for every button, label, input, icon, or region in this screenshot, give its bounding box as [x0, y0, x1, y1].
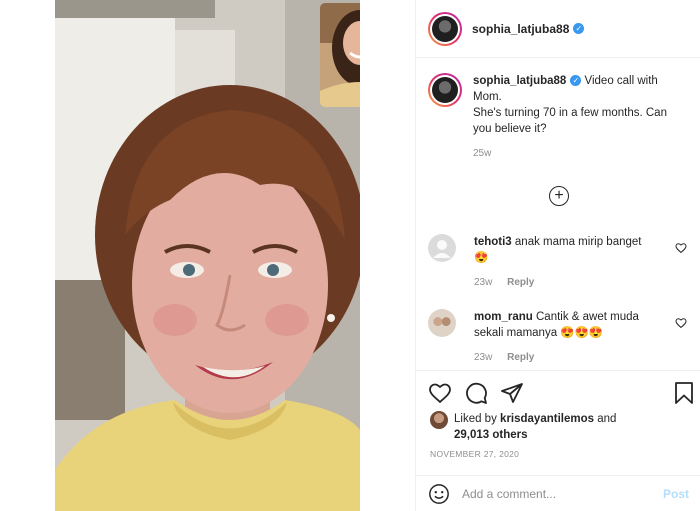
comment-emoji: 😍 — [474, 252, 489, 264]
smiley-icon[interactable] — [428, 483, 450, 505]
post-date[interactable]: NOVEMBER 27, 2020 — [430, 449, 519, 459]
likes-count[interactable]: 29,013 others — [454, 427, 616, 443]
save-bookmark-icon[interactable] — [672, 381, 696, 405]
comment-meta: 23w Reply — [474, 350, 669, 366]
comment-emoji: 😍😍😍 — [560, 327, 604, 339]
commenter-avatar[interactable] — [428, 234, 456, 262]
comment-body: tehoti3 anak mama mirip banget 😍 23w Rep… — [474, 234, 669, 291]
comment-username[interactable]: tehoti3 — [474, 236, 512, 248]
reply-button[interactable]: Reply — [507, 352, 534, 363]
caption-username[interactable]: sophia_latjuba88 — [473, 75, 566, 87]
video-call-image — [55, 0, 360, 511]
verified-badge-icon: ✓ — [573, 23, 585, 34]
caption-age[interactable]: 25w — [473, 146, 667, 162]
caption-line: Video call with — [584, 75, 658, 87]
comment-text: anak mama mirip banget — [514, 236, 642, 248]
post-comment-button[interactable]: Post — [663, 487, 689, 501]
comment-meta: 23w Reply — [474, 275, 669, 291]
comment-like-heart-icon[interactable] — [675, 317, 687, 329]
post-header: sophia_latjuba88 ✓ — [416, 0, 700, 58]
post-photo[interactable] — [55, 0, 360, 511]
comment-body: mom_ranu Cantik & awet muda sekali maman… — [474, 309, 669, 366]
media-area — [0, 0, 415, 511]
liked-by-prefix: Liked by — [454, 413, 497, 425]
likes-summary: Liked by krisdayantilemos and 29,013 oth… — [430, 411, 616, 443]
liked-by-and: and — [597, 413, 617, 425]
comment-item: mom_ranu Cantik & awet muda sekali maman… — [428, 309, 693, 366]
caption-line: you believe it? — [473, 123, 547, 135]
author-avatar[interactable] — [428, 11, 462, 46]
comment-item: tehoti3 anak mama mirip banget 😍 23w Rep… — [428, 234, 693, 291]
add-comment-bar: Post — [416, 475, 700, 511]
liker-avatar[interactable] — [430, 411, 448, 429]
post-side-panel: sophia_latjuba88 ✓ sophia_latjuba88 ✓ Vid… — [415, 0, 700, 511]
post-caption: sophia_latjuba88 ✓ Video call with Mom. S… — [428, 73, 693, 162]
comment-username[interactable]: mom_ranu — [474, 311, 533, 323]
comment-age[interactable]: 23w — [474, 352, 492, 363]
share-paper-plane-icon[interactable] — [500, 381, 524, 405]
verified-badge-icon: ✓ — [570, 75, 582, 87]
caption-line: Mom. — [473, 91, 502, 103]
comment-text: Cantik & awet muda — [536, 311, 639, 323]
caption-avatar[interactable] — [428, 73, 462, 107]
comment-text: sekali mamanya — [474, 327, 558, 339]
liked-by-user[interactable]: krisdayantilemos — [500, 413, 594, 425]
default-avatar-icon — [428, 234, 456, 262]
plus-circle-icon[interactable]: + — [549, 186, 569, 206]
comment-bubble-icon[interactable] — [464, 381, 488, 405]
author-username[interactable]: sophia_latjuba88 — [472, 22, 569, 36]
caption-line: She's turning 70 in a few months. Can — [473, 107, 667, 119]
like-heart-icon[interactable] — [428, 381, 452, 405]
caption-text: sophia_latjuba88 ✓ Video call with Mom. S… — [473, 73, 667, 162]
pip-self-view — [320, 3, 360, 107]
comment-age[interactable]: 23w — [474, 277, 492, 288]
pip-image — [320, 3, 360, 107]
commenter-avatar[interactable] — [428, 309, 456, 337]
reply-button[interactable]: Reply — [507, 277, 534, 288]
comment-like-heart-icon[interactable] — [675, 242, 687, 254]
post-actions: Liked by krisdayantilemos and 29,013 oth… — [416, 370, 700, 510]
comment-input[interactable] — [462, 486, 652, 501]
